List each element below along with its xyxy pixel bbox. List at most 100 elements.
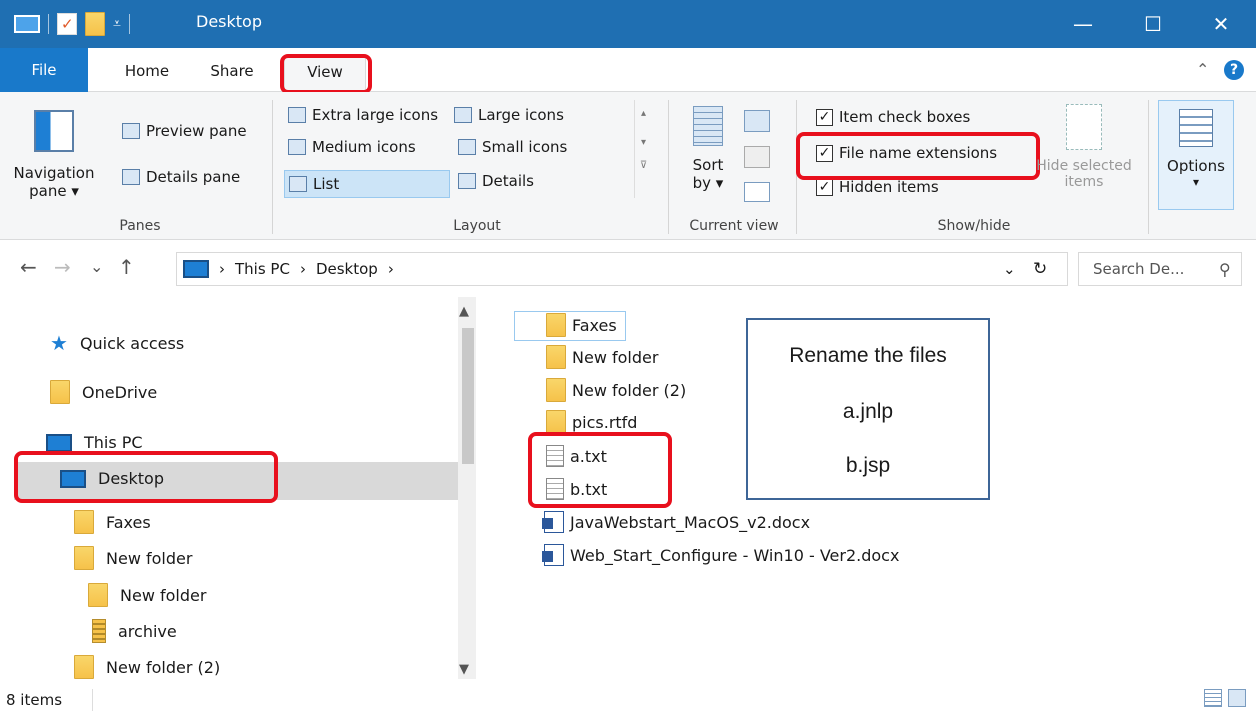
add-columns-icon[interactable]: [744, 146, 770, 168]
file-name: b.txt: [570, 479, 608, 499]
more-icon[interactable]: ⊽: [635, 160, 652, 171]
maximize-button[interactable]: ☐: [1118, 0, 1188, 48]
help-icon[interactable]: ?: [1224, 60, 1244, 80]
layout-large-icons[interactable]: Large icons: [454, 106, 564, 124]
new-folder-icon[interactable]: [85, 12, 105, 36]
layout-medium-icons[interactable]: Medium icons: [288, 138, 416, 156]
file-item-new-folder-2[interactable]: New folder (2): [546, 378, 686, 402]
large-icons-icon: [454, 107, 472, 123]
close-button[interactable]: ✕: [1186, 0, 1256, 48]
nav-item-new-folder-2[interactable]: New folder (2): [74, 655, 220, 679]
forward-button[interactable]: →: [54, 255, 71, 279]
nav-item-desktop[interactable]: Desktop: [60, 469, 164, 488]
file-item-b-txt[interactable]: b.txt: [546, 478, 607, 500]
up-button[interactable]: ↑: [118, 255, 135, 279]
layout-list[interactable]: List: [284, 170, 450, 198]
file-name: New folder (2): [572, 380, 687, 400]
options-label: Options: [1167, 157, 1225, 175]
file-item-new-folder[interactable]: New folder: [546, 345, 658, 369]
preview-pane-label: Preview pane: [146, 122, 247, 140]
file-item-a-txt[interactable]: a.txt: [546, 445, 607, 467]
minimize-button[interactable]: —: [1048, 0, 1118, 48]
sort-by-button[interactable]: Sort by ▾: [684, 106, 732, 206]
breadcrumb-this-pc[interactable]: This PC: [235, 260, 290, 278]
nav-item-label: New folder (2): [106, 657, 221, 677]
folder-icon: [546, 378, 566, 402]
nav-item-label: New folder: [120, 585, 207, 605]
navigation-pane: ★ Quick access OneDrive This PC Desktop …: [0, 297, 476, 679]
layout-gallery-scroll[interactable]: ▴ ▾ ⊽: [634, 100, 652, 198]
nav-item-onedrive[interactable]: OneDrive: [50, 380, 157, 404]
preview-pane-button[interactable]: Preview pane: [122, 122, 247, 140]
nav-item-this-pc[interactable]: This PC: [46, 433, 143, 452]
large-icons-view-icon[interactable]: [1228, 689, 1246, 707]
back-button[interactable]: ←: [20, 255, 37, 279]
status-bar: 8 items: [0, 679, 1256, 721]
scroll-up-icon[interactable]: ▲: [459, 304, 469, 319]
item-count: 8 items: [6, 691, 63, 709]
nav-item-archive[interactable]: archive: [92, 619, 177, 643]
tab-view[interactable]: View: [284, 56, 366, 92]
properties-icon[interactable]: ✓: [57, 13, 77, 35]
minimize-ribbon-icon[interactable]: ⌃: [1196, 60, 1209, 79]
scroll-down-icon[interactable]: ▾: [635, 137, 652, 148]
file-name-extensions-checkbox[interactable]: ✓: [816, 144, 833, 162]
recent-locations-button[interactable]: ⌄: [90, 257, 103, 276]
file-item-faxes[interactable]: Faxes: [546, 313, 617, 337]
nav-item-faxes[interactable]: Faxes: [74, 510, 151, 534]
sort-sub: by ▾: [692, 174, 724, 192]
hidden-items-option[interactable]: ✓ Hidden items: [816, 178, 939, 196]
navigation-pane-button[interactable]: Navigation pane ▾: [6, 104, 102, 204]
layout-group-label: Layout: [453, 218, 501, 234]
tab-home[interactable]: Home: [112, 56, 182, 86]
search-placeholder: Search De...: [1093, 260, 1185, 278]
options-sub: ▾: [1192, 175, 1200, 189]
group-by-icon[interactable]: [744, 110, 770, 132]
folder-icon: [74, 655, 94, 679]
panes-group-label: Panes: [119, 218, 161, 234]
hide-selected-items-button[interactable]: Hide selected items: [1024, 104, 1144, 190]
details-view-icon[interactable]: [1204, 689, 1222, 707]
layout-small-icons[interactable]: Small icons: [458, 138, 567, 156]
size-columns-icon[interactable]: [744, 182, 770, 202]
customize-toolbar-icon[interactable]: ⩡: [113, 16, 121, 32]
address-bar[interactable]: › This PC › Desktop › ⌄ ↻: [176, 252, 1068, 286]
options-button[interactable]: Options ▾: [1158, 100, 1234, 210]
tab-file[interactable]: File: [0, 48, 88, 92]
tab-share[interactable]: Share: [196, 56, 268, 86]
details-pane-button[interactable]: Details pane: [122, 168, 240, 186]
nav-item-new-folder-nested[interactable]: New folder: [88, 583, 206, 607]
group-separator: [1148, 100, 1149, 234]
nav-item-quick-access[interactable]: ★ Quick access: [50, 331, 184, 355]
scroll-up-icon[interactable]: ▴: [635, 108, 652, 119]
scroll-down-icon[interactable]: ▼: [459, 662, 469, 677]
nav-item-label: Faxes: [106, 512, 151, 532]
file-name-extensions-option[interactable]: ✓ File name extensions: [816, 144, 997, 162]
breadcrumb-desktop[interactable]: Desktop: [316, 260, 378, 278]
search-box[interactable]: Search De... ⚲: [1078, 252, 1242, 286]
list-icon: [289, 176, 307, 192]
breadcrumb-separator[interactable]: ›: [300, 260, 306, 278]
file-item-web-start-configure-docx[interactable]: Web_Start_Configure - Win10 - Ver2.docx: [542, 544, 899, 566]
details-icon: [458, 173, 476, 189]
file-item-javawebstart-docx[interactable]: JavaWebstart_MacOS_v2.docx: [542, 511, 810, 533]
layout-details[interactable]: Details: [458, 172, 534, 190]
layout-extra-large-icons[interactable]: Extra large icons: [288, 106, 438, 124]
nav-item-new-folder[interactable]: New folder: [74, 546, 192, 570]
breadcrumb-separator[interactable]: ›: [388, 260, 394, 278]
item-check-boxes-checkbox[interactable]: ✓: [816, 108, 833, 126]
file-item-pics-rtfd[interactable]: pics.rtfd: [546, 410, 637, 434]
address-dropdown-icon[interactable]: ⌄: [1003, 260, 1016, 278]
item-check-boxes-option[interactable]: ✓ Item check boxes: [816, 108, 970, 126]
folder-icon: [74, 546, 94, 570]
folder-icon: [88, 583, 108, 607]
breadcrumb-separator[interactable]: ›: [219, 260, 225, 278]
callout-filename-b: b.jsp: [845, 454, 891, 477]
word-document-icon: [542, 544, 564, 566]
navigation-bar: ← → ⌄ ↑ › This PC › Desktop › ⌄ ↻ Search…: [0, 241, 1256, 297]
nav-pane-scroll-thumb[interactable]: [462, 328, 474, 464]
nav-item-label: Desktop: [98, 469, 164, 488]
hidden-items-checkbox[interactable]: ✓: [816, 178, 833, 196]
hide-selected-icon: [1066, 104, 1102, 150]
refresh-icon[interactable]: ↻: [1033, 259, 1047, 279]
